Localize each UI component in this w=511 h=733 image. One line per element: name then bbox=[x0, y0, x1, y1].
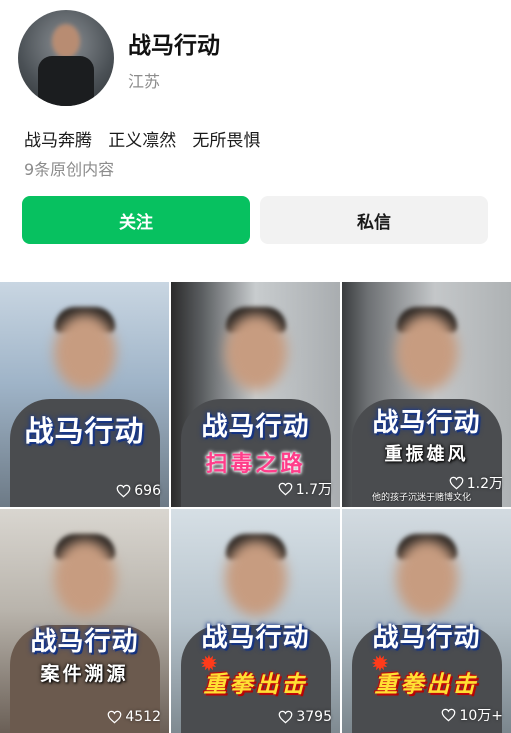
video-subtitle: 重振雄风 bbox=[384, 444, 469, 465]
like-count: 1.7万 bbox=[278, 479, 332, 499]
like-count-value: 1.2万 bbox=[466, 476, 503, 492]
person-face bbox=[224, 540, 287, 617]
profile-location: 江苏 bbox=[128, 72, 161, 91]
heart-outline-icon bbox=[107, 710, 122, 724]
video-tile[interactable]: 战马行动 扫毒之路 1.7万 bbox=[171, 282, 340, 507]
heart-outline-icon bbox=[442, 708, 456, 722]
person-face bbox=[395, 313, 458, 390]
follow-button[interactable]: 关注 bbox=[22, 196, 250, 244]
post-count: 9条原创内容 bbox=[24, 160, 115, 179]
like-count-value: 1.7万 bbox=[295, 482, 332, 498]
like-count: 3795 bbox=[278, 709, 332, 725]
like-count: 696 bbox=[116, 483, 161, 499]
video-grid: 战马行动 696 战马行动 扫毒之路 1.7万 战马行动 重振雄风 他的孩子沉迷… bbox=[0, 282, 511, 733]
video-tile[interactable]: 战马行动 ✹ 重拳出击 10万+ bbox=[342, 509, 511, 733]
video-title: 战马行动 bbox=[24, 414, 145, 448]
video-tile[interactable]: 战马行动 案件溯源 4512 bbox=[0, 509, 169, 733]
video-title: 战马行动 bbox=[372, 623, 481, 653]
avatar-body bbox=[38, 56, 94, 106]
message-button[interactable]: 私信 bbox=[260, 196, 488, 244]
like-count: 4512 bbox=[107, 709, 161, 725]
person-face bbox=[395, 540, 458, 617]
profile-name: 战马行动 bbox=[128, 33, 220, 59]
profile-bio: 战马奔腾 正义凛然 无所畏惧 bbox=[24, 131, 261, 151]
heart-outline-icon bbox=[278, 710, 293, 724]
avatar-face bbox=[52, 24, 80, 58]
person-face bbox=[53, 540, 116, 617]
avatar[interactable] bbox=[18, 10, 114, 106]
like-count-value: 10万+ bbox=[459, 708, 503, 724]
profile-header: 战马行动 江苏 战马奔腾 正义凛然 无所畏惧 9条原创内容 关注 私信 bbox=[0, 0, 511, 270]
like-count-value: 3795 bbox=[296, 709, 332, 725]
like-count: 10万+ bbox=[441, 705, 503, 725]
heart-outline-icon bbox=[278, 482, 293, 496]
video-title: 战马行动 bbox=[201, 412, 310, 442]
person-face bbox=[53, 313, 116, 390]
video-subtitle: 重拳出击 bbox=[374, 672, 479, 698]
video-subtitle: 扫毒之路 bbox=[205, 452, 306, 477]
heart-outline-icon bbox=[116, 484, 131, 498]
video-title: 战马行动 bbox=[201, 623, 310, 653]
video-tile[interactable]: 战马行动 696 bbox=[0, 282, 169, 507]
like-count-value: 696 bbox=[134, 483, 161, 499]
video-title: 战马行动 bbox=[30, 627, 139, 657]
heart-outline-icon bbox=[449, 476, 464, 490]
video-subtitle: 重拳出击 bbox=[203, 672, 308, 698]
video-subtitle: 案件溯源 bbox=[40, 663, 129, 685]
video-title: 战马行动 bbox=[372, 408, 481, 438]
person-face bbox=[224, 313, 287, 390]
video-tile[interactable]: 战马行动 重振雄风 他的孩子沉迷于赌博文化 1.2万 bbox=[342, 282, 511, 507]
video-tile[interactable]: 战马行动 ✹ 重拳出击 3795 bbox=[171, 509, 340, 733]
like-count: 1.2万 bbox=[449, 473, 503, 493]
like-count-value: 4512 bbox=[125, 709, 161, 725]
